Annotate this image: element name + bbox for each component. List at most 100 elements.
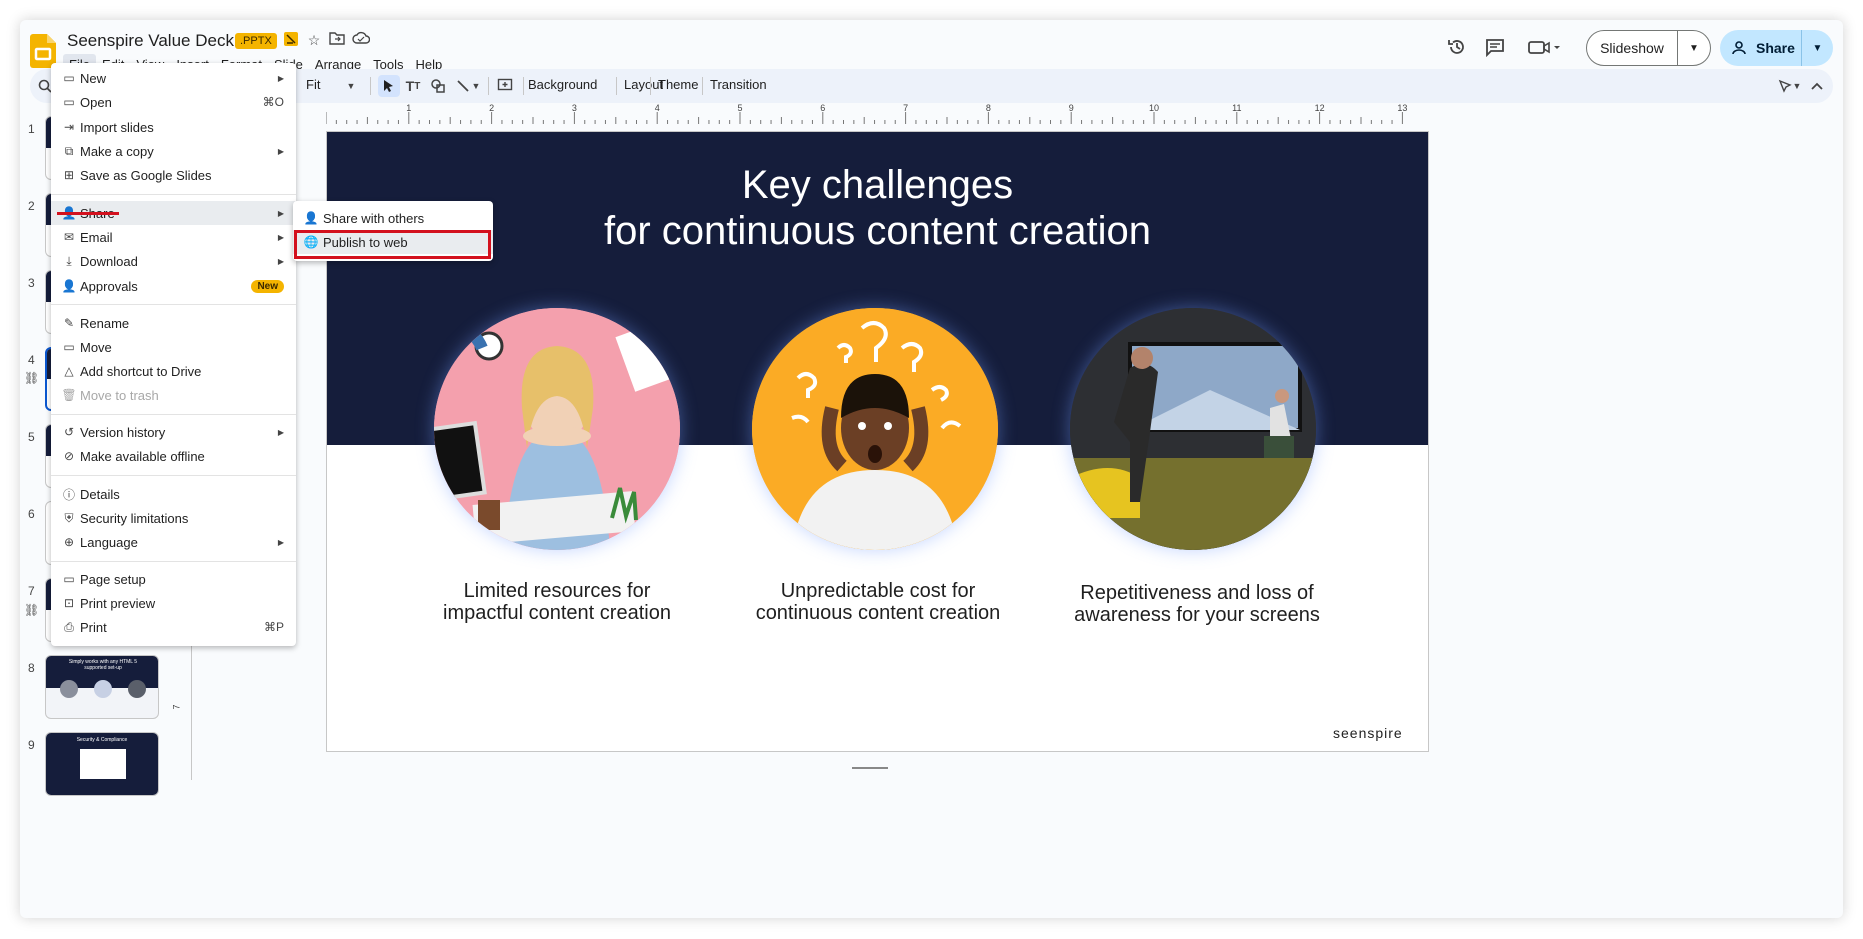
menu-item-version-history[interactable]: ↺ Version history ▶ (51, 420, 296, 444)
caption-line: Repetitiveness and loss of (1080, 582, 1314, 604)
stressed-woman-image[interactable] (434, 308, 680, 550)
shield-icon: ⛨ (64, 510, 74, 525)
caption-unpredictable-cost[interactable]: Unpredictable cost for continuous conten… (718, 580, 1038, 624)
slide-thumbnail-8[interactable]: Simply works with any HTML 5 supported s… (45, 655, 159, 719)
ruler-label: 12 (1315, 103, 1325, 113)
meet-video-icon[interactable] (1524, 34, 1564, 60)
menu-item-print-preview[interactable]: ⊡ Print preview (51, 591, 296, 615)
pen-dropdown-icon[interactable]: ▼ (1790, 75, 1804, 97)
menu-item-download[interactable]: ⤓ Download ▶ (51, 249, 296, 273)
menu-item-details[interactable]: ⓘ Details (51, 482, 296, 506)
line-dropdown-icon[interactable]: ▼ (470, 75, 482, 97)
menu-item-open[interactable]: ▭ Open ⌘O (51, 90, 296, 114)
select-cursor-icon[interactable] (378, 75, 400, 97)
menu-item-add-shortcut[interactable]: △ Add shortcut to Drive (51, 359, 296, 383)
menu-item-save-google-slides[interactable]: ⊞ Save as Google Slides (51, 163, 296, 187)
menu-item-rename[interactable]: ✎ Rename (51, 311, 296, 335)
save-icon: ⊞ (63, 168, 75, 182)
caption-line: continuous content creation (755, 602, 1001, 624)
shortcut-label: ⌘P (263, 620, 284, 634)
trash-icon: 🗑 (61, 388, 77, 402)
menu-item-label: Page setup (80, 571, 146, 587)
ruler-label: 10 (1149, 103, 1159, 113)
share-dropdown-icon[interactable]: ▼ (1802, 43, 1833, 54)
slideshow-dropdown-icon[interactable]: ▼ (1678, 43, 1710, 54)
ruler-label: 3 (572, 103, 577, 113)
linked-object-icon: ⛓ (24, 603, 40, 617)
submenu-arrow-icon: ▶ (277, 146, 284, 156)
ruler-label: 1 (406, 103, 411, 113)
menu-separator (51, 414, 296, 415)
menu-item-label: Language (80, 534, 138, 550)
menu-item-make-copy[interactable]: ⧉ Make a copy ▶ (51, 139, 296, 163)
person-add-icon (1732, 41, 1746, 55)
image-insert-icon[interactable] (427, 75, 449, 97)
caption-repetitiveness[interactable]: Repetitiveness and loss of awareness for… (1037, 582, 1357, 626)
version-history-icon[interactable] (1444, 34, 1470, 60)
presentation-type-icon[interactable] (282, 31, 300, 49)
insert-comment-icon[interactable] (494, 75, 516, 97)
office-screen-image[interactable] (1070, 308, 1316, 550)
collapse-toolbar-icon[interactable] (1806, 75, 1828, 97)
info-icon: ⓘ (62, 487, 75, 502)
toolbar-separator (702, 77, 703, 95)
ruler-label: 11 (1232, 103, 1241, 113)
menu-item-email[interactable]: ✉ Email ▶ (51, 225, 296, 249)
slide-number: 1 (28, 122, 35, 136)
menu-item-label: Print (80, 619, 107, 635)
menu-item-page-setup[interactable]: ▭ Page setup (51, 567, 296, 591)
move-folder-icon[interactable] (328, 31, 346, 49)
menu-item-label: Share with others (323, 210, 425, 226)
menu-item-move[interactable]: ▭ Move (51, 335, 296, 359)
slide-number: 9 (28, 738, 35, 752)
menu-item-share-with-others[interactable]: 👤 Share with others (293, 206, 493, 230)
toolbar-separator (616, 77, 617, 95)
globe-icon: ⊕ (63, 535, 75, 549)
star-icon[interactable]: ☆ (305, 31, 323, 49)
share-button[interactable]: Share ▼ (1720, 30, 1833, 66)
move-folder-icon: ▭ (63, 340, 75, 354)
menu-item-import-slides[interactable]: ⇥ Import slides (51, 115, 296, 139)
menu-item-label: Security limitations (80, 510, 189, 526)
menu-item-label: New (80, 70, 107, 86)
file-menu-dropdown: ▭ New ▶ ▭ Open ⌘O ⇥ Import slides ⧉ Make… (51, 63, 296, 646)
text-box-icon[interactable]: TT (402, 75, 424, 97)
menu-item-label: Approvals (80, 278, 138, 294)
toolbar-separator (370, 77, 371, 95)
caption-line: awareness for your screens (1074, 604, 1320, 626)
print-preview-icon: ⊡ (63, 596, 75, 610)
slide-thumbnail-9[interactable]: Security & Compliance (45, 732, 159, 796)
theme-button[interactable]: Theme (658, 77, 698, 92)
caption-limited-resources[interactable]: Limited resources for impactful content … (397, 580, 717, 624)
linked-object-icon: ⛓ (24, 371, 40, 385)
submenu-arrow-icon: ▶ (277, 208, 284, 218)
speaker-notes-drag-handle[interactable] (852, 767, 888, 769)
worried-man-image[interactable] (752, 308, 998, 550)
slide-title-line1: Key challenges (741, 163, 1014, 207)
share-button-main[interactable]: Share (1720, 30, 1802, 66)
submenu-arrow-icon: ▶ (277, 256, 284, 266)
menu-item-make-offline[interactable]: ⊘ Make available offline (51, 444, 296, 468)
menu-item-new[interactable]: ▭ New ▶ (51, 66, 296, 90)
caption-line: impactful content creation (443, 602, 671, 624)
comments-icon[interactable] (1482, 34, 1508, 60)
document-title[interactable]: Seenspire Value Deck (67, 31, 234, 51)
zoom-dropdown-icon[interactable]: ▼ (340, 75, 362, 97)
menu-item-language[interactable]: ⊕ Language ▶ (51, 530, 296, 554)
menu-item-print[interactable]: ⎙ Print ⌘P (51, 615, 296, 639)
menu-item-approvals[interactable]: 👤 Approvals New (51, 274, 296, 298)
background-button[interactable]: Background (528, 77, 597, 92)
new-icon: ▭ (63, 71, 75, 85)
slideshow-button[interactable]: Slideshow ▼ (1586, 30, 1711, 66)
zoom-select[interactable]: Fit (306, 77, 320, 92)
menu-item-security-limitations[interactable]: ⛨ Security limitations (51, 506, 296, 530)
slide-number: 5 (28, 430, 35, 444)
slideshow-label[interactable]: Slideshow (1587, 31, 1678, 65)
cloud-saved-icon[interactable] (352, 31, 371, 49)
slide-number: 4 (28, 353, 35, 367)
menu-item-label: Import slides (80, 119, 154, 135)
copy-icon: ⧉ (64, 143, 74, 158)
ruler-label: 7 (903, 103, 908, 113)
thumbnail-text: Simply works with any HTML 5 supported s… (68, 659, 138, 671)
transition-button[interactable]: Transition (710, 77, 767, 92)
